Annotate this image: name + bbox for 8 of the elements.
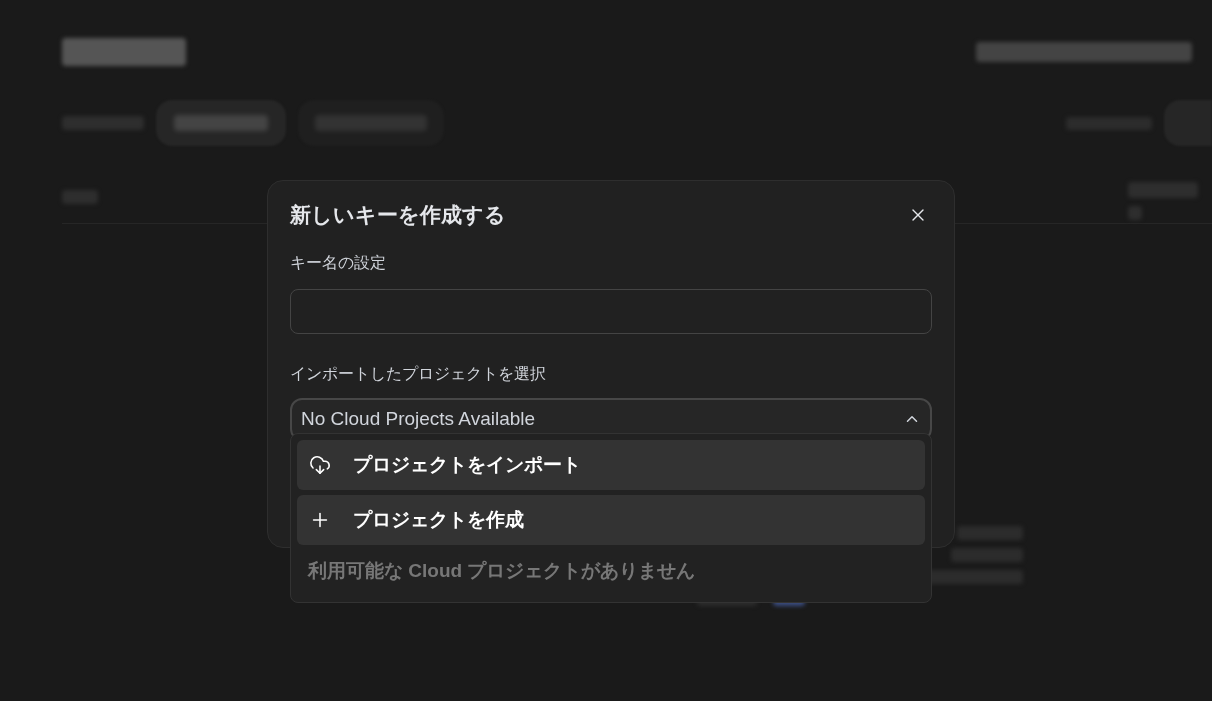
cloud-download-icon (309, 454, 331, 476)
empty-note: 利用可能な Cloud プロジェクトがありません (308, 559, 696, 583)
field-label: キー名の設定 (290, 252, 387, 273)
field-label: インポートしたプロジェクトを選択 (290, 363, 547, 384)
key-name-input[interactable] (290, 288, 932, 334)
menu-item[interactable]: プロジェクトを作成 (297, 495, 925, 545)
menu-item[interactable]: プロジェクトをインポート (297, 440, 925, 490)
dialog-title: 新しいキーを作成する (290, 202, 506, 228)
